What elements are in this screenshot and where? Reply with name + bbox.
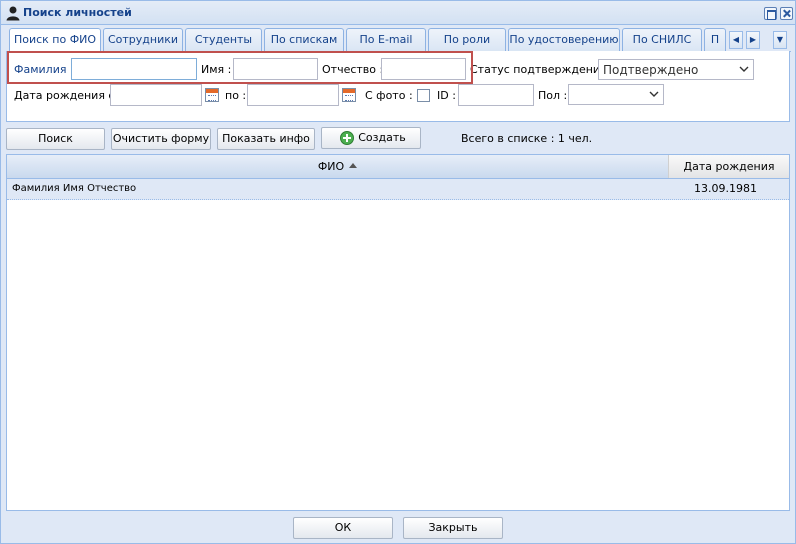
maximize-icon[interactable] <box>764 7 777 20</box>
surname-label: Фамилия : <box>14 63 74 76</box>
tab-overflow[interactable]: П <box>704 28 726 52</box>
photo-label: С фото : <box>365 89 413 102</box>
close-button[interactable]: Закрыть <box>403 517 503 539</box>
tab-by-role[interactable]: По роли <box>428 28 506 52</box>
results-grid: ФИО Дата рождения Фамилия Имя Отчество 1… <box>6 154 790 511</box>
tab-students[interactable]: Студенты <box>185 28 262 52</box>
clear-form-button[interactable]: Очистить форму <box>111 128 211 150</box>
calendar-icon[interactable] <box>205 88 219 102</box>
cell-birth-date: 13.09.1981 <box>694 182 757 195</box>
window-title: Поиск личностей <box>23 6 132 19</box>
column-header-fio[interactable]: ФИО <box>7 155 669 178</box>
tab-by-snils[interactable]: По СНИЛС <box>622 28 702 52</box>
tab-scroll-left-icon[interactable]: ◀ <box>729 31 743 49</box>
cell-fio: Фамилия Имя Отчество <box>12 183 137 194</box>
id-input[interactable] <box>458 84 534 106</box>
search-button[interactable]: Поиск <box>6 128 105 150</box>
ok-button[interactable]: ОК <box>293 517 393 539</box>
gender-select[interactable] <box>568 84 664 105</box>
tab-by-id-document[interactable]: По удостоверению <box>508 28 620 52</box>
birth-from-input[interactable] <box>110 84 202 106</box>
calendar-icon[interactable] <box>342 88 356 102</box>
tab-strip: Поиск по ФИО Сотрудники Студенты По спис… <box>7 27 791 53</box>
sort-ascending-icon <box>349 163 358 168</box>
birth-to-label: по : <box>225 89 247 102</box>
create-button[interactable]: Создать <box>321 127 421 149</box>
birth-from-label: Дата рождения с : <box>14 89 122 102</box>
status-select-value: Подтверждено <box>603 63 699 77</box>
patronymic-label: Отчество : <box>322 63 384 76</box>
photo-checkbox[interactable] <box>417 89 430 102</box>
grid-header: ФИО Дата рождения <box>7 155 789 179</box>
column-header-birth-date[interactable]: Дата рождения <box>669 155 789 178</box>
name-label: Имя : <box>201 63 232 76</box>
show-info-button[interactable]: Показать инфо <box>217 128 315 150</box>
add-icon <box>340 131 354 145</box>
create-button-label: Создать <box>358 131 406 144</box>
tab-menu-icon[interactable]: ▼ <box>773 31 787 49</box>
tab-scroll-right-icon[interactable]: ▶ <box>746 31 760 49</box>
birth-to-input[interactable] <box>247 84 339 106</box>
tab-search-by-name[interactable]: Поиск по ФИО <box>9 28 101 53</box>
tab-employees[interactable]: Сотрудники <box>103 28 183 52</box>
patronymic-input[interactable] <box>381 58 466 80</box>
title-bar[interactable]: Поиск личностей <box>1 1 795 25</box>
chevron-down-icon <box>739 66 749 72</box>
person-icon <box>6 6 20 21</box>
chevron-down-icon <box>649 91 659 97</box>
name-input[interactable] <box>233 58 318 80</box>
list-count: Всего в списке : 1 чел. <box>461 132 593 145</box>
column-header-fio-label: ФИО <box>317 160 345 173</box>
status-label: Статус подтверждения : <box>470 63 614 76</box>
id-label: ID : <box>437 89 456 102</box>
surname-input[interactable] <box>71 58 197 80</box>
close-icon[interactable] <box>780 7 793 20</box>
gender-label: Пол : <box>538 89 568 102</box>
tab-by-lists[interactable]: По спискам <box>264 28 344 52</box>
status-select[interactable]: Подтверждено <box>598 59 754 80</box>
table-row[interactable]: Фамилия Имя Отчество 13.09.1981 <box>7 179 789 200</box>
tab-by-email[interactable]: По E-mail <box>346 28 426 52</box>
